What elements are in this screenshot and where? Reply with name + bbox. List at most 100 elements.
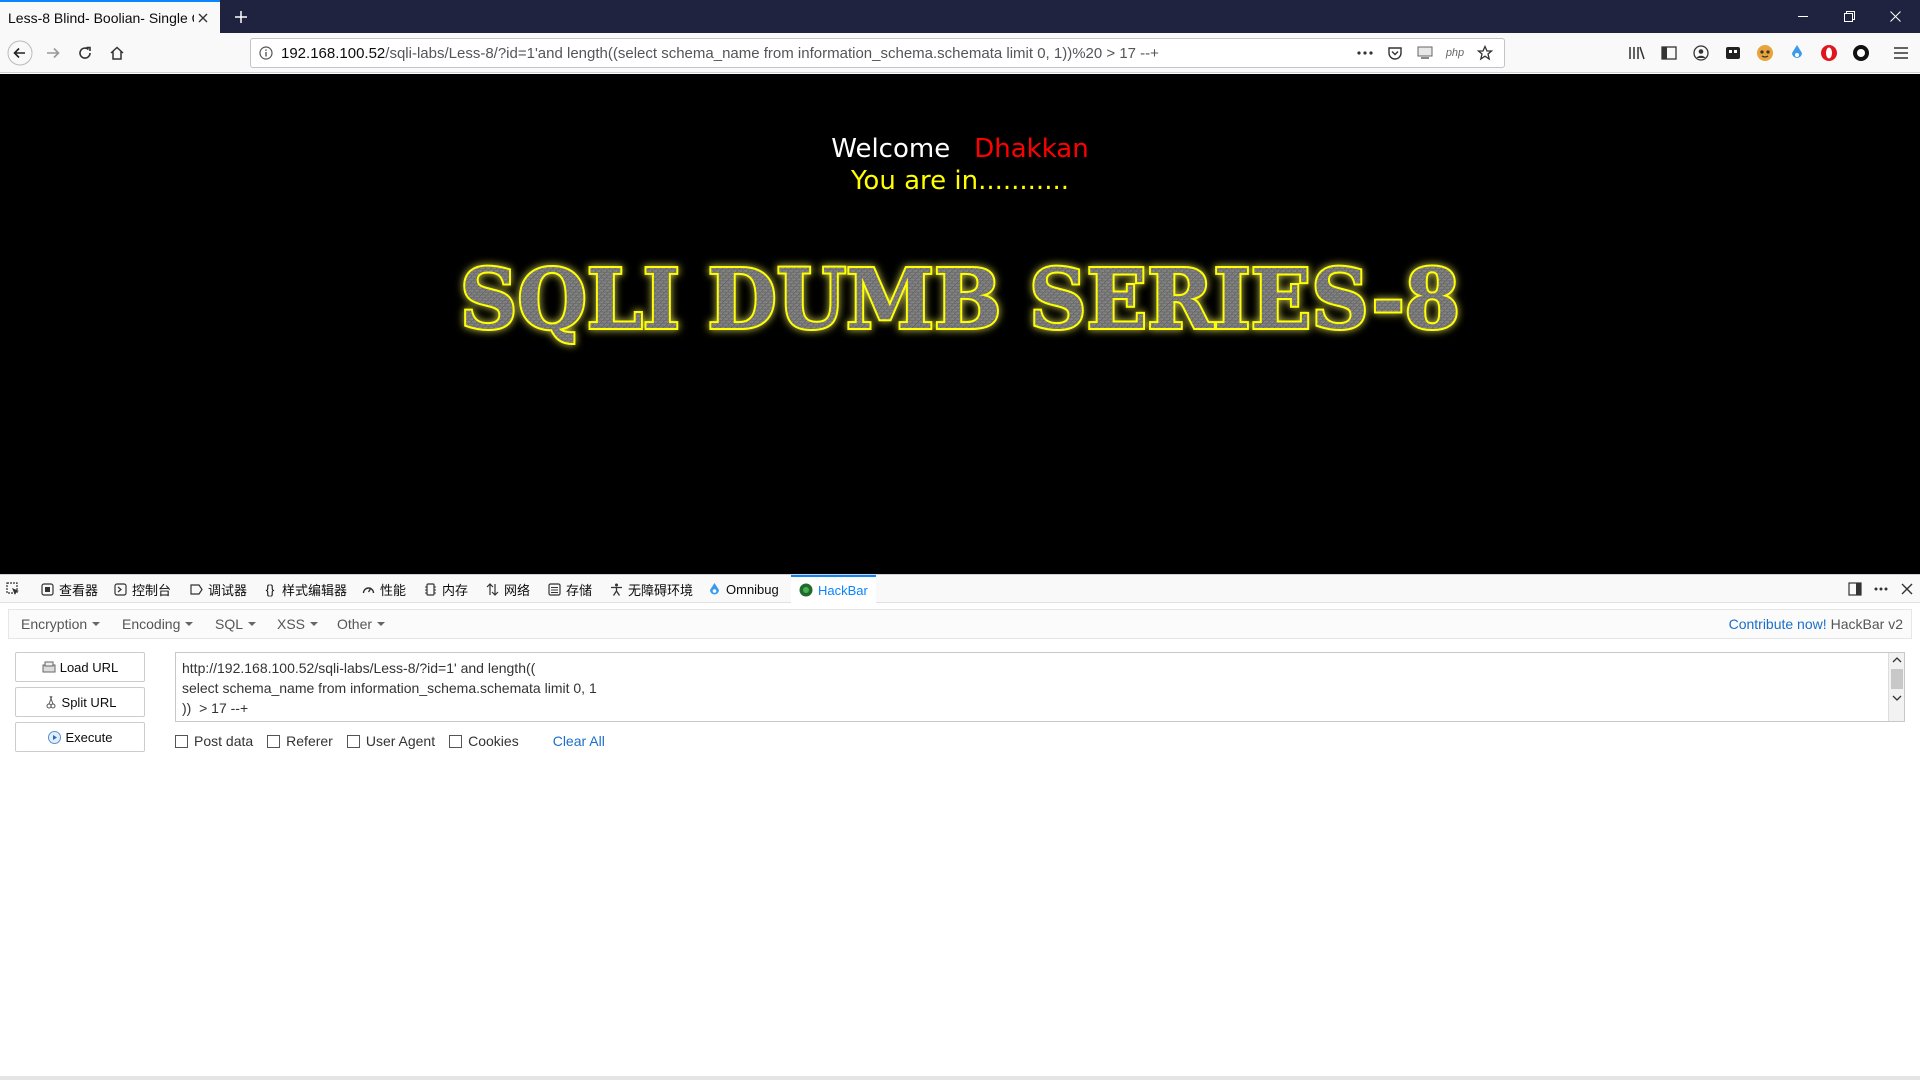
devtools-tab-omnibug[interactable]: Omnibug <box>707 575 779 603</box>
menu-icon[interactable] <box>1890 42 1912 64</box>
hackbar-url-textarea[interactable]: http://192.168.100.52/sqli-labs/Less-8/?… <box>175 652 1905 722</box>
window-bottom-border <box>0 1076 1920 1080</box>
reload-button[interactable] <box>70 38 100 68</box>
post-data-option[interactable]: Post data <box>175 733 253 749</box>
hackbar-options: Post data Referer User Agent Cookies Cle… <box>175 731 605 751</box>
url-line: )) > 17 --+ <box>182 700 249 716</box>
hackbar-toolbar: Encryption Encoding SQL XSS Other Contri… <box>8 609 1912 639</box>
accessibility-icon <box>609 582 623 596</box>
pick-element-icon <box>6 582 20 596</box>
textarea-scrollbar[interactable] <box>1888 653 1904 721</box>
container-extension-icon[interactable] <box>1722 42 1744 64</box>
minimize-button[interactable] <box>1780 0 1826 33</box>
memory-icon <box>423 582 437 596</box>
scroll-down-icon[interactable] <box>1890 693 1904 703</box>
forward-button[interactable] <box>38 38 68 68</box>
network-icon <box>485 582 499 596</box>
hackbar-version: HackBar v2 <box>1830 616 1903 632</box>
dock-side-icon[interactable] <box>1842 575 1868 603</box>
circle-extension-icon[interactable] <box>1850 42 1872 64</box>
encryption-menu[interactable]: Encryption <box>21 610 101 638</box>
site-info-icon[interactable] <box>251 39 281 67</box>
url-text-content: http://192.168.100.52/sqli-labs/Less-8/?… <box>182 658 1884 718</box>
play-icon <box>48 730 62 744</box>
opera-extension-icon[interactable] <box>1818 42 1840 64</box>
pick-element-button[interactable] <box>6 575 20 603</box>
devtools-tab-console[interactable]: 控制台 <box>113 575 171 603</box>
split-url-button[interactable]: Split URL <box>15 687 145 717</box>
storage-icon <box>547 582 561 596</box>
devtools-more-icon[interactable] <box>1868 575 1894 603</box>
button-label: Execute <box>65 729 113 745</box>
tab-label: 性能 <box>380 582 407 598</box>
welcome-line: Welcome Dhakkan <box>0 134 1920 164</box>
referer-option[interactable]: Referer <box>267 733 333 749</box>
pocket-icon[interactable] <box>1384 42 1406 64</box>
devtools-tab-inspector[interactable]: 查看器 <box>40 575 98 603</box>
option-label: User Agent <box>365 733 436 749</box>
button-label: Split URL <box>61 694 117 710</box>
cookies-option[interactable]: Cookies <box>449 733 519 749</box>
scroll-thumb[interactable] <box>1891 669 1903 689</box>
home-button[interactable] <box>102 38 132 68</box>
tab-strip: Less-8 Blind- Boolian- Single Qu <box>0 0 1920 33</box>
cookies-checkbox[interactable] <box>449 734 463 748</box>
restore-button[interactable] <box>1826 0 1872 33</box>
url-text[interactable]: 192.168.100.52/sqli-labs/Less-8/?id=1'an… <box>281 45 1354 62</box>
tampermonkey-icon[interactable] <box>1754 42 1776 64</box>
encoding-menu[interactable]: Encoding <box>122 610 194 638</box>
tab-label: 控制台 <box>132 582 172 598</box>
library-icon[interactable] <box>1626 42 1648 64</box>
devtools-tab-debugger[interactable]: 调试器 <box>189 575 247 603</box>
menu-label: SQL <box>215 616 244 632</box>
bookmark-star-icon[interactable] <box>1474 42 1496 64</box>
devtools-tab-storage[interactable]: 存储 <box>547 575 592 603</box>
new-tab-button[interactable] <box>228 4 254 30</box>
devtools-tab-memory[interactable]: 内存 <box>423 575 468 603</box>
devtools-close-icon[interactable] <box>1894 575 1920 603</box>
browser-tab[interactable]: Less-8 Blind- Boolian- Single Qu <box>0 0 220 33</box>
option-label: Cookies <box>468 733 519 749</box>
tab-title: Less-8 Blind- Boolian- Single Qu <box>8 9 194 26</box>
hackbar-icon <box>799 583 813 597</box>
sidebar-icon[interactable] <box>1658 42 1680 64</box>
xss-menu[interactable]: XSS <box>277 610 319 638</box>
screenshot-icon[interactable] <box>1414 42 1436 64</box>
tab-label: 样式编辑器 <box>282 582 348 598</box>
account-icon[interactable] <box>1690 42 1712 64</box>
post-data-checkbox[interactable] <box>175 734 188 748</box>
page-actions-icon[interactable] <box>1354 42 1376 64</box>
option-label: Referer <box>286 733 333 749</box>
load-url-button[interactable]: Load URL <box>15 652 145 682</box>
option-label: Post data <box>194 733 254 749</box>
contribute-link[interactable]: Contribute now! <box>1729 616 1827 632</box>
caret-down-icon <box>310 622 319 626</box>
close-tab-icon[interactable] <box>194 9 212 27</box>
droplet-extension-icon[interactable] <box>1786 42 1808 64</box>
tab-label: 网络 <box>504 582 531 598</box>
referer-checkbox[interactable] <box>267 734 281 748</box>
sql-menu[interactable]: SQL <box>215 610 257 638</box>
devtools-tab-hackbar[interactable]: HackBar <box>791 575 876 603</box>
scroll-up-icon[interactable] <box>1890 655 1904 665</box>
close-window-button[interactable] <box>1872 0 1918 33</box>
other-menu[interactable]: Other <box>337 610 386 638</box>
devtools-tab-network[interactable]: 网络 <box>485 575 530 603</box>
php-extension-icon[interactable]: php <box>1444 42 1466 64</box>
user-agent-option[interactable]: User Agent <box>346 733 436 749</box>
user-name: Dhakkan <box>974 134 1089 164</box>
url-host: 192.168.100.52 <box>281 44 386 62</box>
back-button[interactable] <box>5 38 35 68</box>
scissors-icon <box>44 695 58 709</box>
navigation-toolbar: 192.168.100.52/sqli-labs/Less-8/?id=1'an… <box>0 33 1920 73</box>
url-bar[interactable]: 192.168.100.52/sqli-labs/Less-8/?id=1'an… <box>250 38 1505 68</box>
caret-down-icon <box>248 622 257 626</box>
user-agent-checkbox[interactable] <box>346 734 360 748</box>
devtools-tab-performance[interactable]: 性能 <box>361 575 406 603</box>
devtools-tab-style-editor[interactable]: {} 样式编辑器 <box>263 575 347 603</box>
devtools-tab-accessibility[interactable]: 无障碍环境 <box>609 575 693 603</box>
clear-all-link[interactable]: Clear All <box>553 733 605 749</box>
inspector-icon <box>40 582 54 596</box>
execute-button[interactable]: Execute <box>15 722 145 752</box>
banner-title: SQLI DUMB SERIES-8 <box>458 250 1462 350</box>
